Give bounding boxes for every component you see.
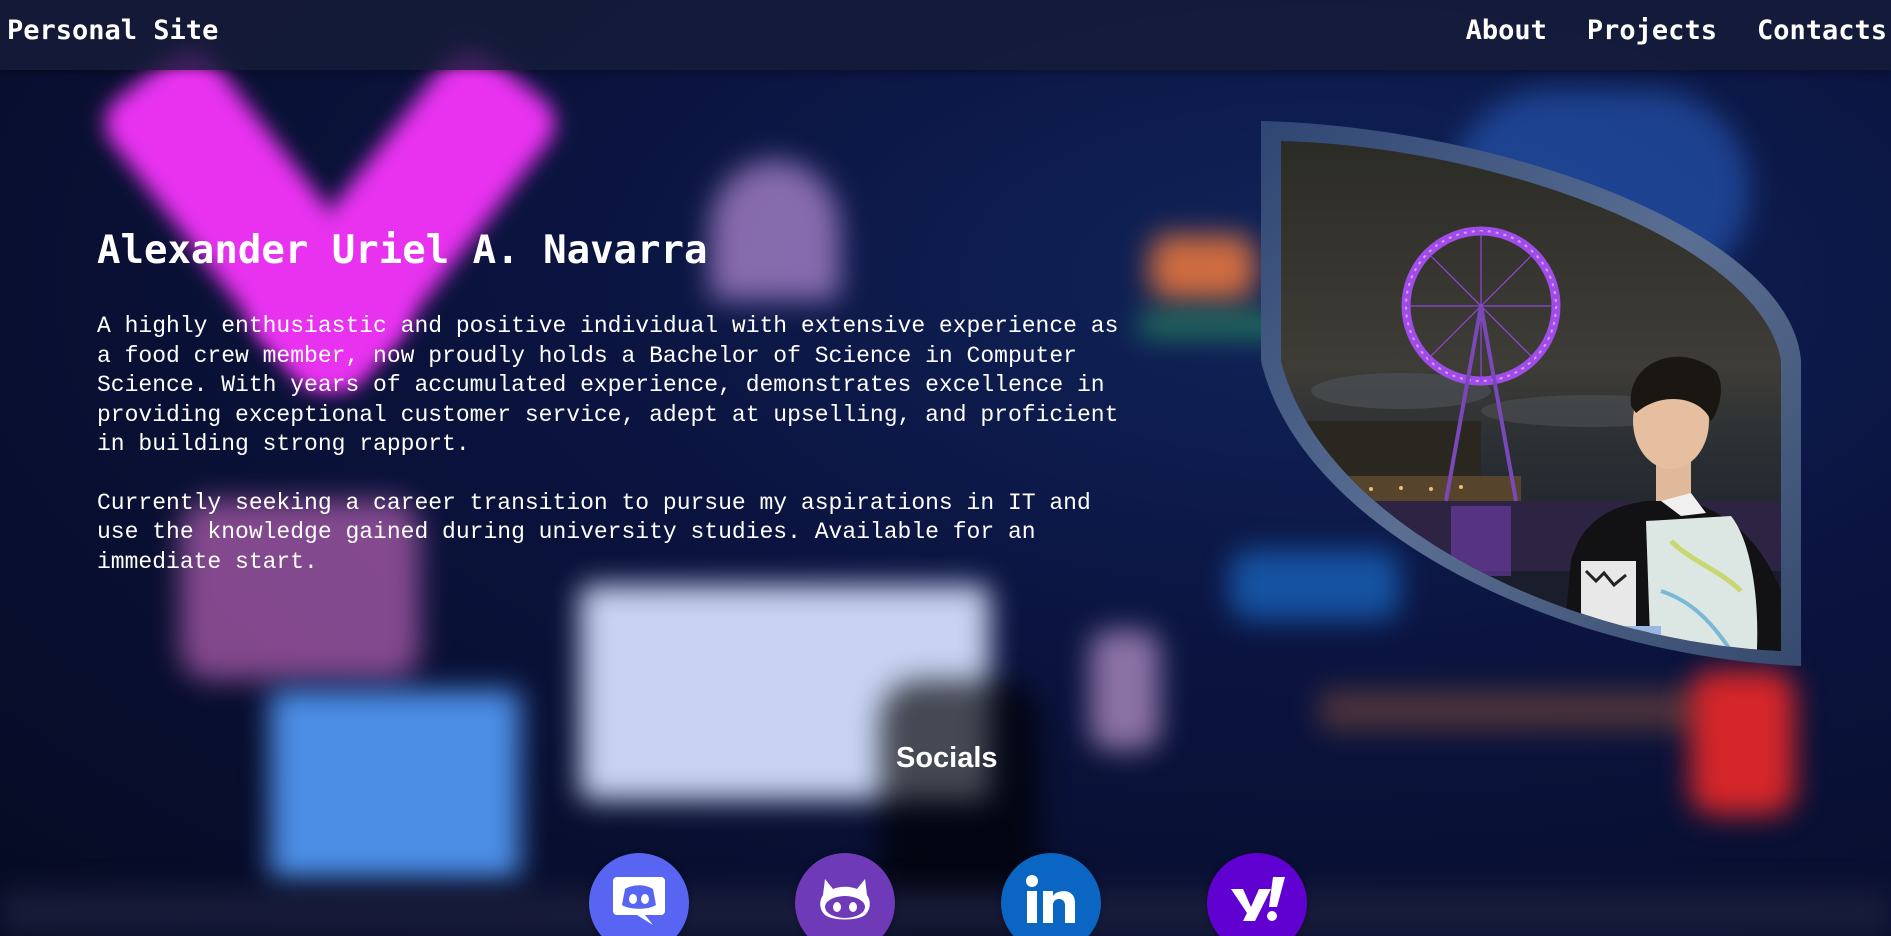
nav-about[interactable]: About (1466, 15, 1547, 46)
bio-paragraph-2: Currently seeking a career transition to… (97, 489, 1091, 575)
profile-photo (1261, 121, 1801, 666)
linkedin-icon (1026, 875, 1075, 923)
nav-projects[interactable]: Projects (1587, 15, 1717, 46)
discord-icon (613, 877, 665, 925)
socials-heading: Socials (896, 742, 998, 774)
person-name: Alexander Uriel A. Navarra (97, 228, 708, 273)
profile-photo-london-eye (1261, 121, 1801, 666)
site-brand[interactable]: Personal Site (7, 15, 218, 46)
yahoo-icon (1231, 877, 1285, 921)
bio-section: A highly enthusiastic and positive indiv… (97, 312, 1137, 606)
bio-paragraph-1: A highly enthusiastic and positive indiv… (97, 313, 1119, 457)
github-icon (820, 879, 870, 920)
top-navigation-bar: Personal Site About Projects Contacts (0, 0, 1891, 70)
nav-contacts[interactable]: Contacts (1757, 15, 1887, 46)
main-nav: About Projects Contacts (1466, 15, 1887, 46)
